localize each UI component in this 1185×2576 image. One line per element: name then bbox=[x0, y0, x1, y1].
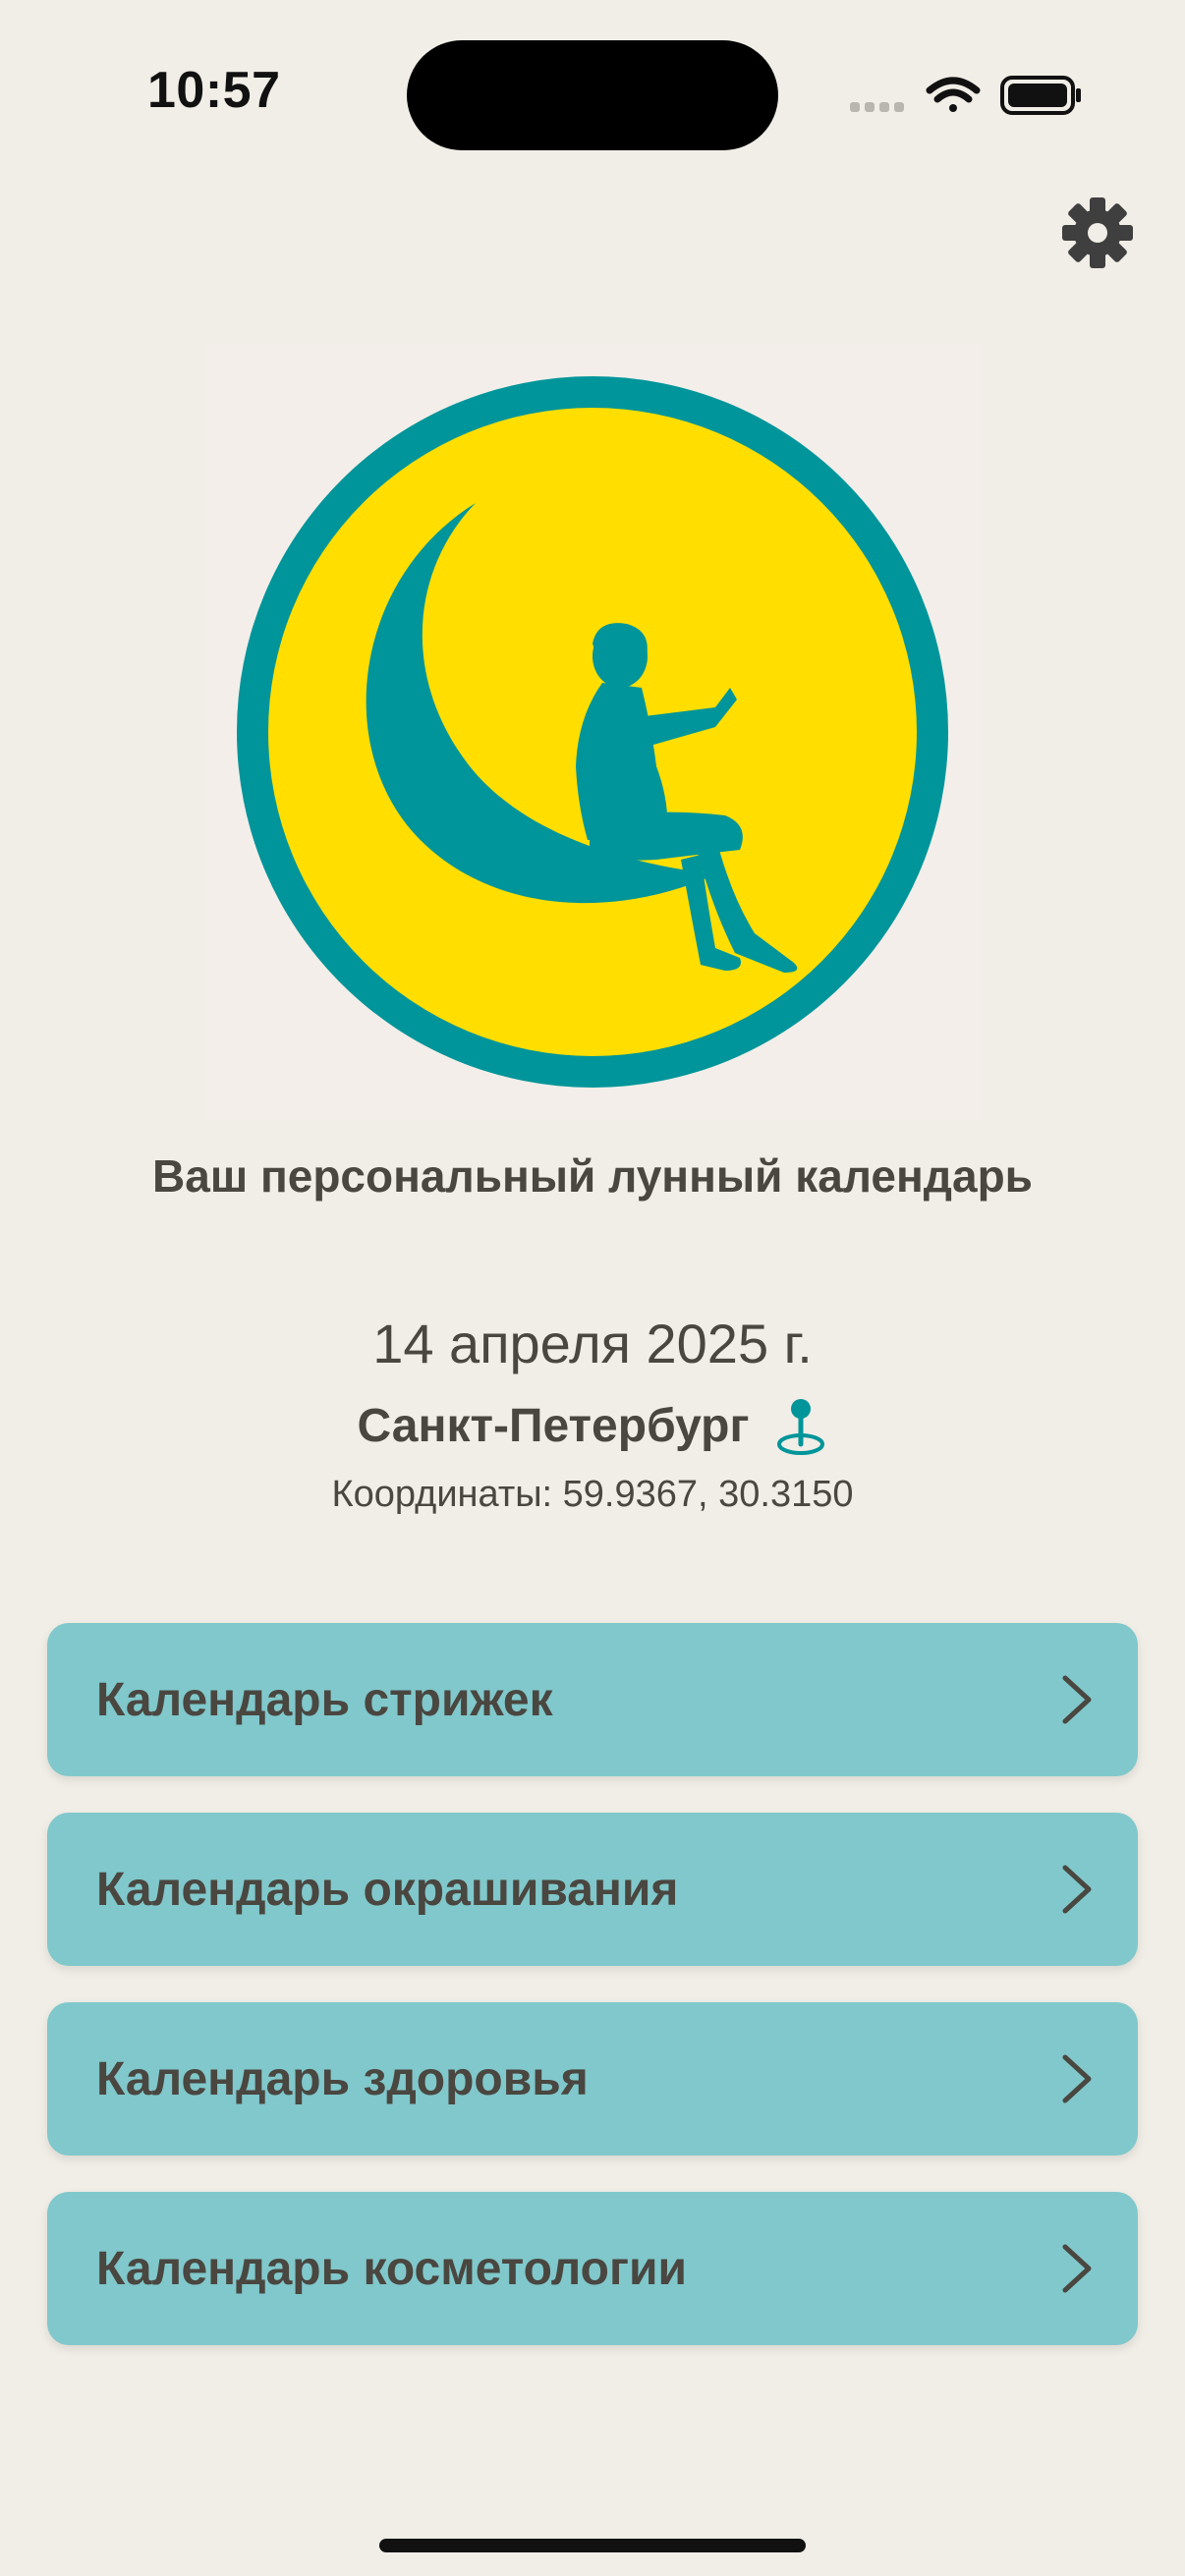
chevron-right-icon bbox=[1062, 2054, 1092, 2103]
coordinates: Координаты: 59.9367, 30.3150 bbox=[331, 1474, 854, 1515]
home-indicator[interactable] bbox=[379, 2539, 806, 2552]
menu-item-coloring-calendar[interactable]: Календарь окрашивания bbox=[47, 1813, 1138, 1966]
map-pin-icon[interactable] bbox=[774, 1395, 827, 1456]
dynamic-island bbox=[407, 40, 778, 150]
location-row[interactable]: Санкт-Петербург bbox=[0, 1395, 1185, 1456]
app-tagline: Ваш персональный лунный календарь bbox=[152, 1150, 1033, 1202]
chevron-right-icon bbox=[1062, 2244, 1092, 2293]
menu-item-health-calendar[interactable]: Календарь здоровья bbox=[47, 2002, 1138, 2156]
battery-icon bbox=[1000, 76, 1081, 115]
menu-item-cosmetology-calendar[interactable]: Календарь косметологии bbox=[47, 2192, 1138, 2345]
menu-item-haircut-calendar[interactable]: Календарь стрижек bbox=[47, 1623, 1138, 1776]
chevron-right-icon bbox=[1062, 1865, 1092, 1914]
app-logo bbox=[204, 344, 981, 1120]
cellular-signal-icon bbox=[850, 102, 904, 112]
status-icons bbox=[845, 67, 1091, 126]
current-date: 14 апреля 2025 г. bbox=[372, 1313, 813, 1374]
menu-item-label: Календарь стрижек bbox=[96, 1673, 553, 1726]
wifi-icon bbox=[926, 77, 981, 112]
status-time: 10:57 bbox=[147, 62, 281, 119]
chevron-right-icon bbox=[1062, 1675, 1092, 1724]
menu-item-label: Календарь косметологии bbox=[96, 2242, 687, 2295]
moon-reader-logo-icon bbox=[237, 376, 948, 1088]
city-name[interactable]: Санкт-Петербург bbox=[358, 1399, 750, 1453]
menu-item-label: Календарь здоровья bbox=[96, 2052, 589, 2105]
menu-item-label: Календарь окрашивания bbox=[96, 1863, 679, 1916]
calendar-menu: Календарь стрижек Календарь окрашивания … bbox=[47, 1623, 1138, 2381]
gear-icon[interactable] bbox=[1061, 196, 1134, 269]
